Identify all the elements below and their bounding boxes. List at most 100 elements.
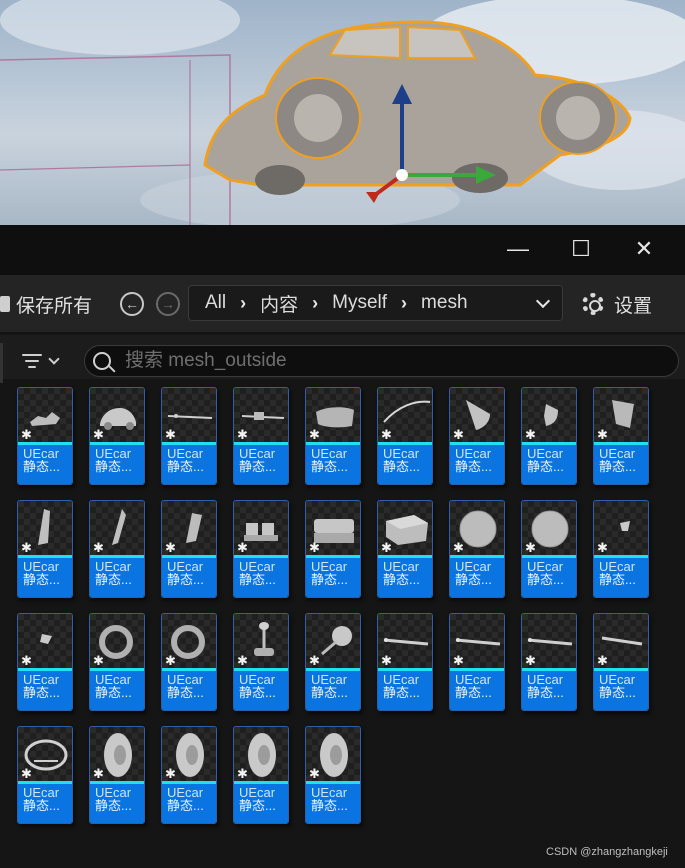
asset-label-area: UEcar 静态... xyxy=(450,445,504,484)
settings-button[interactable]: 设置 xyxy=(582,289,652,319)
asset-tile[interactable]: ✱ UEcar 静态... xyxy=(377,387,433,485)
asset-tile[interactable]: ✱ UEcar 静态... xyxy=(593,387,649,485)
asset-type: 静态... xyxy=(23,460,60,473)
asset-type: 静态... xyxy=(239,460,276,473)
asset-tile[interactable]: ✱ UEcar 静态... xyxy=(449,613,505,711)
asset-type: 静态... xyxy=(23,573,60,586)
asset-thumbnail: ✱ xyxy=(18,614,72,668)
asterisk-icon: ✱ xyxy=(309,653,320,668)
asset-name: UEcar xyxy=(167,786,204,799)
asset-label-area: UEcar 静态... xyxy=(306,784,360,823)
chevron-right-icon[interactable]: › xyxy=(240,293,246,314)
asset-name: UEcar xyxy=(23,786,60,799)
chevron-right-icon[interactable]: › xyxy=(401,293,407,314)
asset-thumbnail: ✱ xyxy=(522,501,576,555)
asset-name: UEcar xyxy=(455,673,492,686)
level-viewport[interactable] xyxy=(0,0,685,225)
asset-type: 静态... xyxy=(239,799,276,812)
asset-thumbnail: ✱ xyxy=(18,727,72,781)
asterisk-icon: ✱ xyxy=(597,427,608,442)
asset-tile[interactable]: ✱ UEcar 静态... xyxy=(233,613,289,711)
asterisk-icon: ✱ xyxy=(21,653,32,668)
asset-name: UEcar xyxy=(311,560,348,573)
breadcrumb-item-myself[interactable]: Myself xyxy=(332,292,387,314)
filter-dropdown-button[interactable] xyxy=(22,350,68,372)
asset-tile[interactable]: ✱ UEcar 静态... xyxy=(305,500,361,598)
search-input[interactable] xyxy=(125,348,665,374)
asset-tile[interactable]: ✱ UEcar 静态... xyxy=(305,613,361,711)
asset-tile[interactable]: ✱ UEcar 静态... xyxy=(233,500,289,598)
asset-type: 静态... xyxy=(95,686,132,699)
asterisk-icon: ✱ xyxy=(453,540,464,555)
asset-label-area: UEcar 静态... xyxy=(234,558,288,597)
window-titlebar[interactable]: — ☐ ✕ xyxy=(0,225,685,275)
breadcrumb-dropdown-button[interactable] xyxy=(524,286,562,320)
asset-tile[interactable]: ✱ UEcar 静态... xyxy=(89,613,145,711)
asset-tile[interactable]: ✱ UEcar 静态... xyxy=(161,387,217,485)
asset-tile[interactable]: ✱ UEcar 静态... xyxy=(521,613,577,711)
asset-type: 静态... xyxy=(239,686,276,699)
asset-name: UEcar xyxy=(167,673,204,686)
asset-tile[interactable]: ✱ UEcar 静态... xyxy=(17,387,73,485)
asset-type: 静态... xyxy=(95,460,132,473)
asterisk-icon: ✱ xyxy=(525,540,536,555)
asset-tile[interactable]: ✱ UEcar 静态... xyxy=(449,500,505,598)
asset-tile[interactable]: ✱ UEcar 静态... xyxy=(233,387,289,485)
forward-arrow-icon: → xyxy=(161,296,175,312)
asset-tile[interactable]: ✱ UEcar 静态... xyxy=(89,500,145,598)
asset-type: 静态... xyxy=(167,460,204,473)
asset-name: UEcar xyxy=(239,673,276,686)
asset-thumbnail: ✱ xyxy=(522,614,576,668)
asset-name: UEcar xyxy=(95,560,132,573)
panel-divider[interactable] xyxy=(0,343,3,383)
chevron-down-icon xyxy=(535,293,551,308)
asset-tile[interactable]: ✱ UEcar 静态... xyxy=(305,387,361,485)
asset-tile[interactable]: ✱ UEcar 静态... xyxy=(305,726,361,824)
asset-tile[interactable]: ✱ UEcar 静态... xyxy=(89,726,145,824)
asset-tile[interactable]: ✱ UEcar 静态... xyxy=(521,500,577,598)
close-button[interactable]: ✕ xyxy=(624,233,664,265)
asset-name: UEcar xyxy=(239,447,276,460)
asset-tile[interactable]: ✱ UEcar 静态... xyxy=(161,613,217,711)
asset-tile[interactable]: ✱ UEcar 静态... xyxy=(521,387,577,485)
asset-tile[interactable]: ✱ UEcar 静态... xyxy=(17,726,73,824)
chevron-right-icon[interactable]: › xyxy=(312,293,318,314)
asset-thumbnail: ✱ xyxy=(450,501,504,555)
chevron-down-icon xyxy=(48,353,60,365)
breadcrumb-item-all[interactable]: All xyxy=(205,292,226,314)
asterisk-icon: ✱ xyxy=(165,766,176,781)
search-box[interactable] xyxy=(84,345,679,377)
asset-tile[interactable]: ✱ UEcar 静态... xyxy=(161,726,217,824)
asset-name: UEcar xyxy=(599,560,636,573)
asset-tile[interactable]: ✱ UEcar 静态... xyxy=(17,613,73,711)
asset-thumbnail: ✱ xyxy=(306,727,360,781)
asset-thumbnail: ✱ xyxy=(306,388,360,442)
asterisk-icon: ✱ xyxy=(597,540,608,555)
asset-type: 静态... xyxy=(599,573,636,586)
content-browser-window: — ☐ ✕ 保存所有 ← → All › 内容 › Myself › mesh … xyxy=(0,225,685,868)
asterisk-icon: ✱ xyxy=(525,427,536,442)
asset-tile[interactable]: ✱ UEcar 静态... xyxy=(89,387,145,485)
asset-tile[interactable]: ✱ UEcar 静态... xyxy=(449,387,505,485)
asterisk-icon: ✱ xyxy=(237,427,248,442)
minimize-button[interactable]: — xyxy=(498,233,538,265)
forward-button[interactable]: → xyxy=(156,292,180,316)
asset-tile[interactable]: ✱ UEcar 静态... xyxy=(233,726,289,824)
back-button[interactable]: ← xyxy=(120,292,144,316)
asset-type: 静态... xyxy=(167,799,204,812)
close-icon: ✕ xyxy=(634,236,654,261)
maximize-button[interactable]: ☐ xyxy=(561,233,601,265)
asset-tile[interactable]: ✱ UEcar 静态... xyxy=(593,613,649,711)
asset-tile[interactable]: ✱ UEcar 静态... xyxy=(377,500,433,598)
asset-tile[interactable]: ✱ UEcar 静态... xyxy=(593,500,649,598)
asset-tile[interactable]: ✱ UEcar 静态... xyxy=(161,500,217,598)
breadcrumb-item-mesh[interactable]: mesh xyxy=(421,292,467,314)
breadcrumb-item-content[interactable]: 内容 xyxy=(260,290,298,317)
asset-tile[interactable]: ✱ UEcar 静态... xyxy=(17,500,73,598)
asset-type: 静态... xyxy=(527,460,564,473)
save-all-button[interactable]: 保存所有 xyxy=(0,289,92,319)
asset-tile[interactable]: ✱ UEcar 静态... xyxy=(377,613,433,711)
asset-name: UEcar xyxy=(23,447,60,460)
asset-label-area: UEcar 静态... xyxy=(18,671,72,710)
asset-type: 静态... xyxy=(527,686,564,699)
